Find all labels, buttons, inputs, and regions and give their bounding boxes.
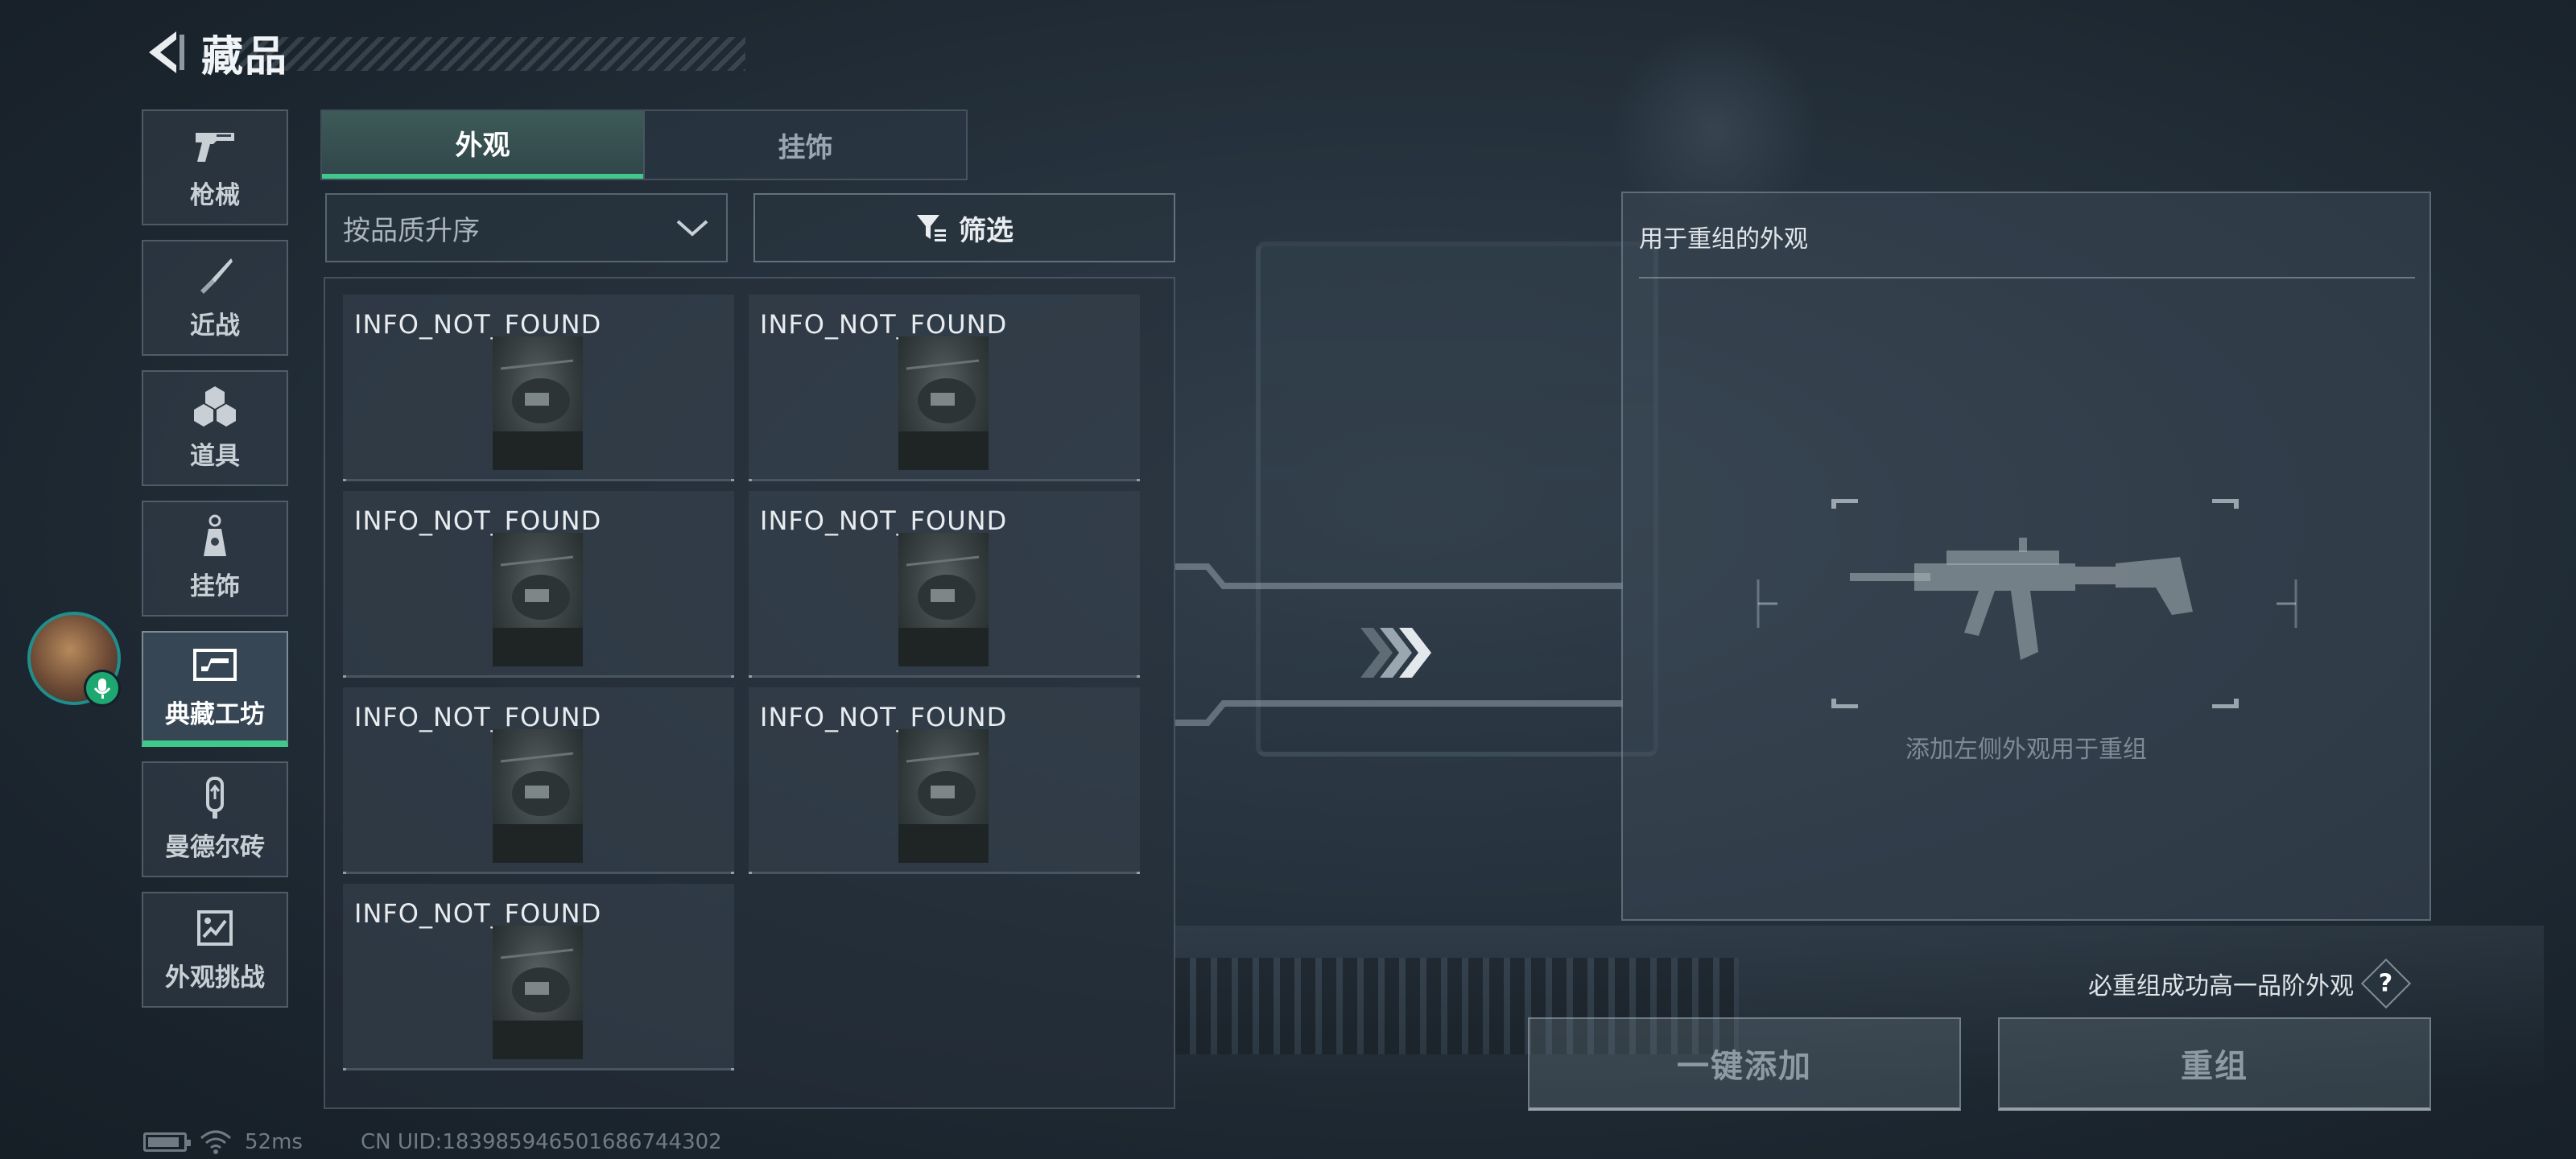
uid-text: CN UID:1839859465016867443​02 — [360, 1130, 722, 1154]
item-thumbnail — [493, 336, 583, 470]
charm-icon — [192, 514, 237, 558]
ping-text: 52ms — [245, 1130, 303, 1154]
item-name: INFO_NOT_FOUND — [354, 702, 602, 732]
filter-button[interactable]: 筛选 — [753, 193, 1175, 262]
sort-label: 按品质升序 — [343, 214, 480, 247]
item-thumbnail — [898, 336, 989, 470]
back-button[interactable] — [142, 24, 190, 80]
player-avatar[interactable] — [27, 612, 121, 707]
item-name: INFO_NOT_FOUND — [354, 505, 602, 536]
nav-label-firearms: 枪械 — [190, 180, 240, 210]
connector-line-top — [1175, 563, 1623, 589]
microphone-icon[interactable] — [84, 670, 121, 707]
item-card[interactable]: INFO_NOT_FOUND — [749, 491, 1140, 678]
nav-label-melee: 近战 — [190, 311, 240, 340]
pistol-icon — [192, 125, 237, 167]
nav-item-equipment[interactable]: 道具 — [142, 370, 288, 486]
filter-icon — [917, 215, 946, 241]
guarantee-text: 必重组成功高一品阶外观 — [2088, 972, 2354, 1000]
item-card[interactable]: INFO_NOT_FOUND — [749, 295, 1140, 481]
item-name: INFO_NOT_FOUND — [760, 505, 1008, 536]
workshop-icon — [192, 644, 237, 686]
item-thumbnail — [493, 729, 583, 863]
category-nav: 枪械 近战 道具 挂饰 典藏工坊 曼德尔砖 外观挑战 — [142, 109, 288, 1022]
nav-label-charms: 挂饰 — [190, 571, 240, 601]
nav-label-equipment: 道具 — [190, 441, 240, 471]
nav-item-workshop[interactable]: 典藏工坊 — [142, 631, 288, 747]
item-name: INFO_NOT_FOUND — [760, 309, 1008, 340]
item-card[interactable]: INFO_NOT_FOUND — [749, 687, 1140, 874]
skin-challenge-icon — [192, 907, 237, 949]
item-thumbnail — [898, 533, 989, 666]
item-name: INFO_NOT_FOUND — [354, 309, 602, 340]
item-card[interactable]: INFO_NOT_FOUND — [343, 491, 734, 678]
knife-icon — [192, 255, 237, 297]
item-grid: INFO_NOT_FOUND INFO_NOT_FOUND INFO_NOT_F… — [324, 277, 1175, 1109]
connector-line-bottom — [1175, 700, 1623, 726]
nav-item-skin-challenge[interactable]: 外观挑战 — [142, 892, 288, 1008]
chevron-down-icon — [676, 220, 708, 237]
wifi-icon — [200, 1130, 231, 1154]
item-thumbnail — [493, 926, 583, 1059]
item-name: INFO_NOT_FOUND — [760, 702, 1008, 732]
status-bar: 52ms CN UID:1839859465016867443​02 — [143, 1130, 722, 1154]
grenades-icon — [192, 386, 237, 427]
recombine-panel: 用于重组的外观 添加左侧外观用于重组 — [1621, 192, 2431, 921]
tab-charms[interactable]: 挂饰 — [643, 111, 966, 179]
mandel-brick-icon — [192, 776, 237, 819]
item-thumbnail — [898, 729, 989, 863]
nav-item-melee[interactable]: 近战 — [142, 240, 288, 356]
recombine-button[interactable]: 重组 — [1998, 1017, 2431, 1111]
tab-bar: 外观 挂饰 — [320, 109, 968, 180]
divider — [1639, 277, 2415, 278]
recombine-panel-title: 用于重组的外观 — [1639, 225, 1808, 254]
page-title: 藏品 — [201, 32, 289, 81]
tab-skins[interactable]: 外观 — [322, 111, 643, 179]
nav-item-charms[interactable]: 挂饰 — [142, 501, 288, 617]
nav-label-mandel-brick: 曼德尔砖 — [165, 832, 265, 862]
guarantee-row: 必重组成功高一品阶外观 ? — [2088, 958, 2412, 1009]
item-name: INFO_NOT_FOUND — [354, 898, 602, 929]
header: 藏品 — [142, 24, 745, 81]
sort-dropdown[interactable]: 按品质升序 — [325, 193, 728, 262]
nav-label-workshop: 典藏工坊 — [165, 699, 265, 729]
recombine-hint: 添加左侧外观用于重组 — [1905, 736, 2147, 764]
arrow-chevrons-icon — [1360, 628, 1431, 678]
nav-item-mandel-brick[interactable]: 曼德尔砖 — [142, 761, 288, 877]
item-thumbnail — [493, 533, 583, 666]
nav-item-firearms[interactable]: 枪械 — [142, 109, 288, 225]
help-label: ? — [2379, 969, 2393, 998]
quick-add-button[interactable]: 一键添加 — [1528, 1017, 1961, 1111]
back-arrow-icon — [149, 31, 184, 73]
item-card[interactable]: INFO_NOT_FOUND — [343, 687, 734, 874]
background-monitor — [1256, 241, 1658, 757]
nav-label-skin-challenge: 外观挑战 — [165, 963, 265, 992]
battery-icon — [143, 1132, 191, 1152]
item-card[interactable]: INFO_NOT_FOUND — [343, 884, 734, 1070]
rifle-placeholder-icon — [1757, 499, 2297, 708]
filter-label: 筛选 — [959, 214, 1013, 247]
help-icon[interactable]: ? — [2360, 958, 2412, 1009]
item-card[interactable]: INFO_NOT_FOUND — [343, 295, 734, 481]
